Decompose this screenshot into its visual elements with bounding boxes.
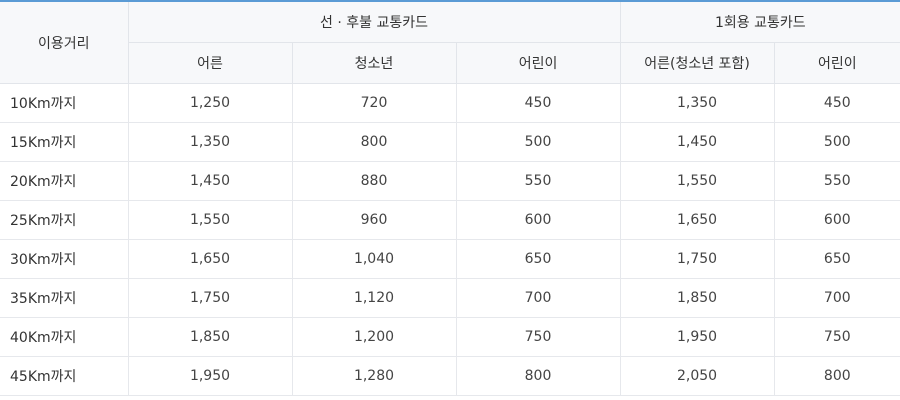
distance-cell: 40Km까지 (0, 317, 129, 357)
table-row: 35Km까지 1,750 1,120 700 1,850 700 (0, 278, 900, 318)
header-g1-adult: 어른 (128, 42, 293, 84)
header-g2-adult: 어른(청소년 포함) (620, 42, 775, 84)
distance-cell: 15Km까지 (0, 122, 129, 162)
distance-cell: 25Km까지 (0, 200, 129, 240)
prepaid-youth-fare: 880 (292, 161, 457, 201)
header-distance: 이용거리 (0, 1, 129, 84)
prepaid-youth-fare: 1,200 (292, 317, 457, 357)
single-use-child-fare: 550 (774, 161, 900, 201)
prepaid-youth-fare: 720 (292, 83, 457, 123)
prepaid-youth-fare: 1,280 (292, 356, 457, 396)
prepaid-child-fare: 800 (456, 356, 621, 396)
prepaid-youth-fare: 1,120 (292, 278, 457, 318)
header-group-single-use: 1회용 교통카드 (620, 1, 900, 43)
single-use-adult-fare: 1,450 (620, 122, 775, 162)
table-row: 10Km까지 1,250 720 450 1,350 450 (0, 83, 900, 123)
prepaid-adult-fare: 1,550 (128, 200, 293, 240)
table-row: 40Km까지 1,850 1,200 750 1,950 750 (0, 317, 900, 357)
prepaid-youth-fare: 1,040 (292, 239, 457, 279)
single-use-child-fare: 750 (774, 317, 900, 357)
single-use-child-fare: 700 (774, 278, 900, 318)
header-g1-child: 어린이 (456, 42, 621, 84)
prepaid-child-fare: 650 (456, 239, 621, 279)
prepaid-adult-fare: 1,250 (128, 83, 293, 123)
prepaid-adult-fare: 1,350 (128, 122, 293, 162)
fare-table-body: 10Km까지 1,250 720 450 1,350 450 15Km까지 1,350 800 5… (0, 83, 900, 396)
distance-cell: 10Km까지 (0, 83, 129, 123)
single-use-child-fare: 800 (774, 356, 900, 396)
prepaid-youth-fare: 960 (292, 200, 457, 240)
single-use-child-fare: 600 (774, 200, 900, 240)
fare-table-container: 이용거리 선 · 후불 교통카드 1회용 교통카드 어른 청소년 어린이 어른(… (0, 0, 900, 400)
header-group-prepaid-postpaid: 선 · 후불 교통카드 (128, 1, 621, 43)
single-use-adult-fare: 1,750 (620, 239, 775, 279)
prepaid-adult-fare: 1,450 (128, 161, 293, 201)
single-use-child-fare: 650 (774, 239, 900, 279)
single-use-adult-fare: 1,950 (620, 317, 775, 357)
table-row: 30Km까지 1,650 1,040 650 1,750 650 (0, 239, 900, 279)
prepaid-child-fare: 700 (456, 278, 621, 318)
single-use-child-fare: 500 (774, 122, 900, 162)
prepaid-adult-fare: 1,950 (128, 356, 293, 396)
single-use-adult-fare: 1,650 (620, 200, 775, 240)
distance-cell: 30Km까지 (0, 239, 129, 279)
single-use-adult-fare: 1,550 (620, 161, 775, 201)
single-use-adult-fare: 1,350 (620, 83, 775, 123)
distance-cell: 45Km까지 (0, 356, 129, 396)
single-use-child-fare: 450 (774, 83, 900, 123)
single-use-adult-fare: 1,850 (620, 278, 775, 318)
prepaid-child-fare: 550 (456, 161, 621, 201)
prepaid-child-fare: 500 (456, 122, 621, 162)
prepaid-child-fare: 750 (456, 317, 621, 357)
fare-table: 이용거리 선 · 후불 교통카드 1회용 교통카드 어른 청소년 어린이 어른(… (0, 0, 900, 396)
prepaid-adult-fare: 1,650 (128, 239, 293, 279)
fare-table-header: 이용거리 선 · 후불 교통카드 1회용 교통카드 어른 청소년 어린이 어른(… (0, 1, 900, 84)
header-g2-child: 어린이 (774, 42, 900, 84)
prepaid-child-fare: 450 (456, 83, 621, 123)
distance-cell: 35Km까지 (0, 278, 129, 318)
prepaid-adult-fare: 1,750 (128, 278, 293, 318)
prepaid-adult-fare: 1,850 (128, 317, 293, 357)
table-row: 45Km까지 1,950 1,280 800 2,050 800 (0, 356, 900, 396)
table-row: 25Km까지 1,550 960 600 1,650 600 (0, 200, 900, 240)
table-row: 15Km까지 1,350 800 500 1,450 500 (0, 122, 900, 162)
single-use-adult-fare: 2,050 (620, 356, 775, 396)
prepaid-child-fare: 600 (456, 200, 621, 240)
prepaid-youth-fare: 800 (292, 122, 457, 162)
table-row: 20Km까지 1,450 880 550 1,550 550 (0, 161, 900, 201)
distance-cell: 20Km까지 (0, 161, 129, 201)
header-g1-youth: 청소년 (292, 42, 457, 84)
